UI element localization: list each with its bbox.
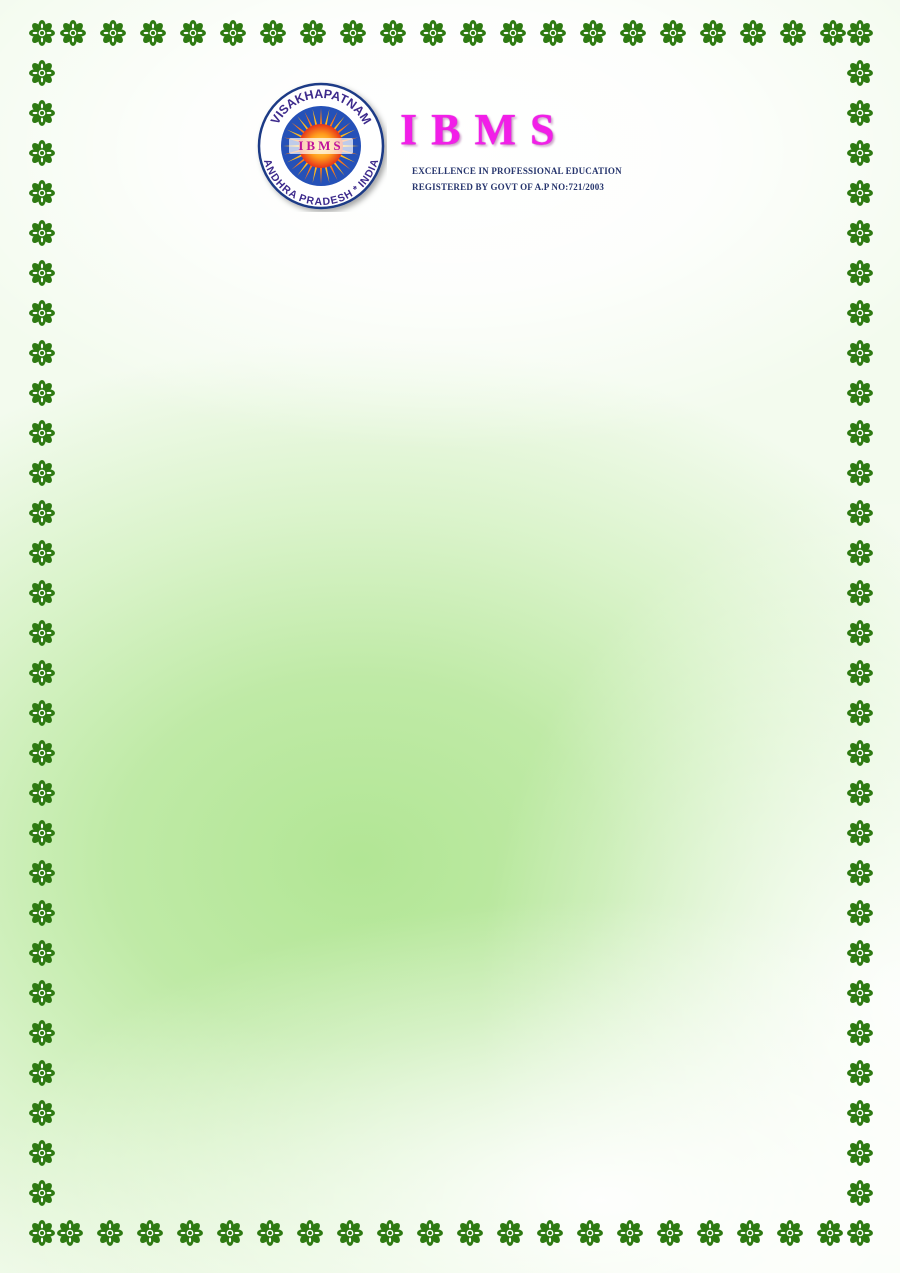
flower-ornament-icon [847,1060,873,1086]
flower-ornament-icon [737,1220,763,1246]
flower-ornament-icon [29,260,55,286]
flower-ornament-icon [29,980,55,1006]
flower-ornament-icon [29,1180,55,1206]
flower-ornament-icon [847,860,873,886]
flower-ornament-icon [847,460,873,486]
flower-ornament-icon [29,900,55,926]
flower-ornament-icon [617,1220,643,1246]
flower-ornament-icon [29,420,55,446]
flower-ornament-icon [777,1220,803,1246]
flower-ornament-icon [847,1020,873,1046]
flower-ornament-icon [217,1220,243,1246]
flower-ornament-icon [177,1220,203,1246]
flower-ornament-icon [29,940,55,966]
flower-ornament-icon [29,460,55,486]
tagline-registration: REGISTERED BY GOVT OF A.P NO:721/2003 [412,182,605,192]
flower-ornament-icon [29,1020,55,1046]
flower-ornament-icon [417,1220,443,1246]
flower-ornament-icon [29,380,55,406]
flower-ornament-icon [137,1220,163,1246]
flower-ornament-icon [29,1100,55,1126]
flower-ornament-icon [847,300,873,326]
flower-ornament-icon [29,620,55,646]
seal-center-text: IBMS [298,138,343,153]
letterhead-header: VISAKHAPATNAM ANDHRA PRADESH * INDIA IBM… [0,0,900,240]
flower-ornament-icon [457,1220,483,1246]
flower-ornament-icon [847,500,873,526]
flower-ornament-icon [697,1220,723,1246]
flower-ornament-icon [29,300,55,326]
flower-ornament-icon [847,900,873,926]
flower-ornament-icon [847,980,873,1006]
ibms-seal-logo: VISAKHAPATNAM ANDHRA PRADESH * INDIA IBM… [257,82,385,210]
flower-ornament-icon [847,780,873,806]
flower-ornament-icon [29,580,55,606]
flower-ornament-icon [97,1220,123,1246]
flower-ornament-icon [377,1220,403,1246]
flower-ornament-icon [537,1220,563,1246]
flower-ornament-icon [497,1220,523,1246]
flower-ornament-icon [847,1140,873,1166]
flower-ornament-icon [29,540,55,566]
flower-ornament-icon [29,660,55,686]
flower-ornament-icon [29,1060,55,1086]
flower-ornament-icon [657,1220,683,1246]
flower-ornament-icon [29,860,55,886]
flower-ornament-icon [817,1220,843,1246]
flower-ornament-icon [29,1220,55,1246]
letterhead-page: VISAKHAPATNAM ANDHRA PRADESH * INDIA IBM… [0,0,900,1273]
flower-ornament-icon [847,1180,873,1206]
flower-ornament-icon [29,820,55,846]
flower-ornament-icon [847,940,873,966]
flower-ornament-icon [847,740,873,766]
letter-body-area [80,250,820,1180]
flower-ornament-icon [847,580,873,606]
flower-ornament-icon [577,1220,603,1246]
flower-ornament-icon [847,620,873,646]
flower-ornament-icon [847,540,873,566]
flower-ornament-icon [847,340,873,366]
flower-ornament-icon [847,820,873,846]
flower-ornament-icon [847,260,873,286]
flower-ornament-icon [29,740,55,766]
flower-ornament-icon [847,1100,873,1126]
flower-ornament-icon [29,500,55,526]
flower-ornament-icon [847,380,873,406]
flower-ornament-icon [847,420,873,446]
tagline-excellence: EXCELLENCE IN PROFESSIONAL EDUCATION [412,166,622,176]
flower-ornament-icon [29,1140,55,1166]
flower-ornament-icon [57,1220,83,1246]
flower-ornament-icon [847,700,873,726]
flower-ornament-icon [257,1220,283,1246]
flower-ornament-icon [297,1220,323,1246]
flower-ornament-icon [337,1220,363,1246]
flower-ornament-icon [29,780,55,806]
ibms-wordmark: IBMS [400,105,569,154]
flower-ornament-icon [847,660,873,686]
flower-ornament-icon [847,1220,873,1246]
flower-ornament-icon [29,700,55,726]
flower-ornament-icon [29,340,55,366]
